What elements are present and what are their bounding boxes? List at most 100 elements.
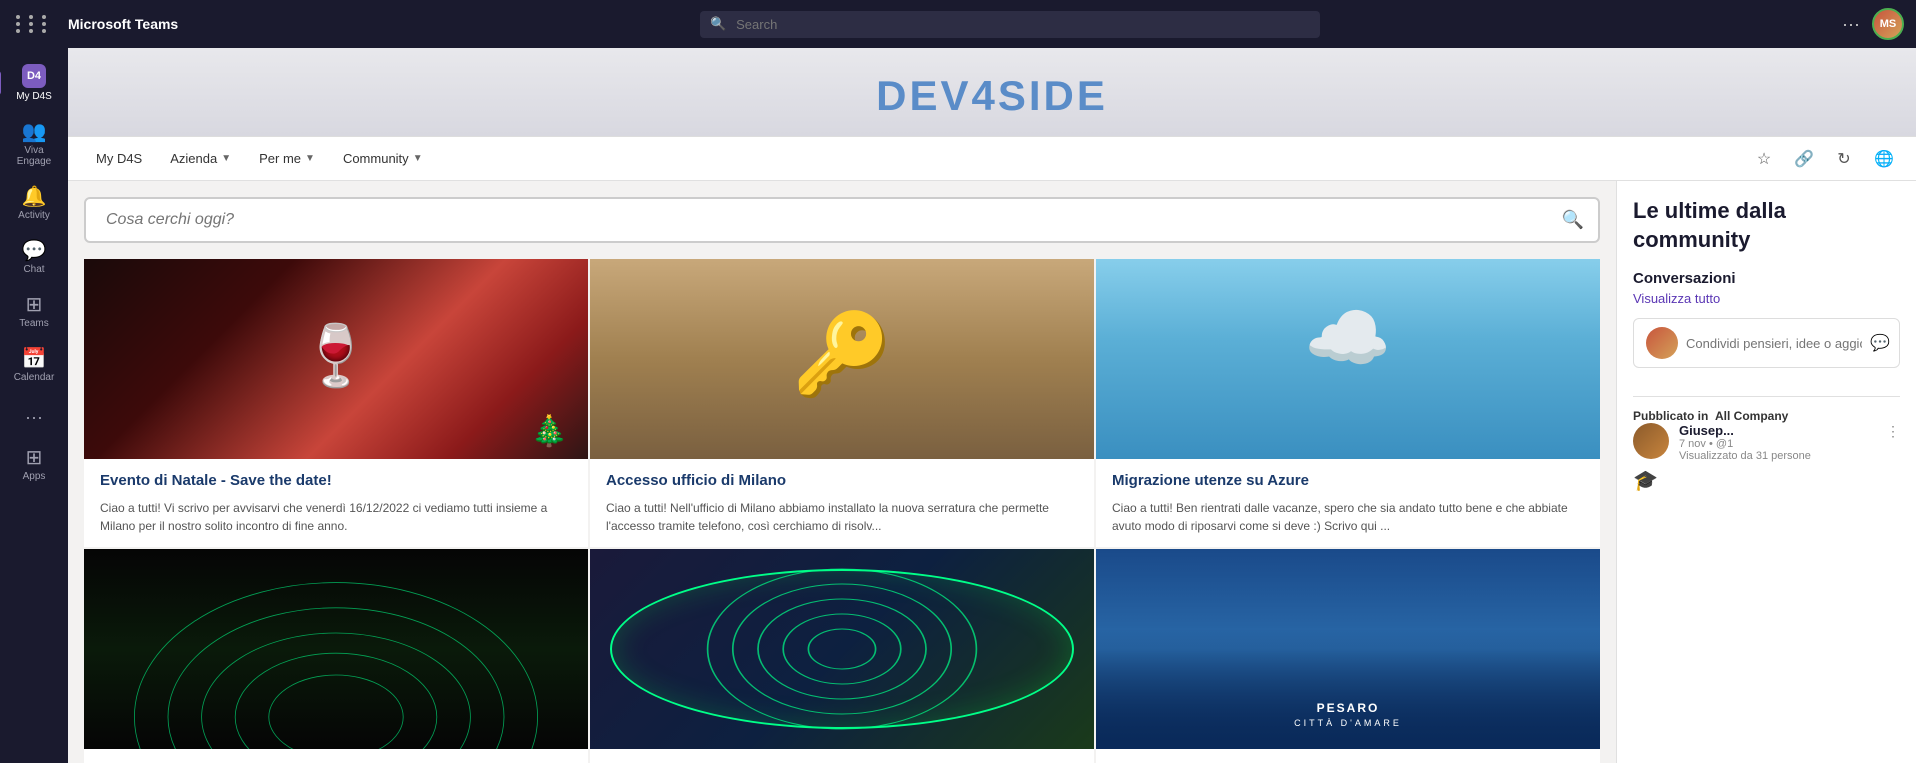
post-avatar	[1633, 423, 1669, 459]
calendar-icon: 📅	[22, 349, 47, 369]
card-migrazione-text: Ciao a tutti! Ben rientrati dalle vacanz…	[1112, 499, 1584, 535]
post-author: Giusep...	[1679, 423, 1876, 438]
panel-title: Le ultime dalla community	[1633, 197, 1900, 254]
azienda-chevron: ▼	[221, 153, 231, 164]
post-header: Giusep... 7 nov • @1 Visualizzato da 31 …	[1633, 423, 1900, 462]
post-time: 7 nov • @1	[1679, 438, 1876, 450]
cards-grid: Evento di Natale - Save the date! Ciao a…	[84, 259, 1600, 763]
sidebar-item-apps[interactable]: ⊞ Apps	[6, 440, 62, 490]
sidebar-label-calendar: Calendar	[14, 372, 55, 383]
feed-search-icon: 🔍	[1562, 210, 1584, 231]
pesaro-overlay-text: PESAROCITTÀ D'AMARE	[1294, 701, 1402, 729]
nav-right: ☆ 🔗 ↻ 🌐	[1748, 143, 1900, 175]
teams-icon: ⊞	[26, 295, 43, 315]
card-natale-title: Evento di Natale - Save the date!	[100, 471, 572, 491]
topbar: Microsoft Teams 🔍 ··· MS	[0, 0, 1916, 48]
card-migrazione[interactable]: Migrazione utenze su Azure Ciao a tutti!…	[1096, 259, 1600, 547]
sidebar-more-dots[interactable]: ···	[17, 399, 51, 436]
topbar-search-input[interactable]	[700, 11, 1320, 38]
app-title: Microsoft Teams	[68, 16, 178, 32]
right-panel: Le ultime dalla community Conversazioni …	[1616, 181, 1916, 763]
card-natale[interactable]: Evento di Natale - Save the date! Ciao a…	[84, 259, 588, 547]
card-accesso-image	[590, 259, 1094, 459]
post-published-meta: Pubblicato in All Company	[1633, 409, 1900, 423]
post-item: Giusep... 7 nov • @1 Visualizzato da 31 …	[1633, 423, 1900, 493]
user-avatar[interactable]: MS	[1872, 8, 1904, 40]
card-pesaro[interactable]: PESAROCITTÀ D'AMARE Gita a Pesaro: ultim…	[1096, 549, 1600, 763]
share-avatar	[1646, 327, 1678, 359]
feed-search-input[interactable]	[84, 197, 1600, 243]
card-vacanze-image	[590, 549, 1094, 749]
post-more-btn[interactable]: ⋮	[1886, 423, 1900, 440]
conversations-label: Conversazioni	[1633, 270, 1900, 287]
nav-item-my-d4s[interactable]: My D4S	[84, 143, 154, 174]
card-migrazione-body: Migrazione utenze su Azure Ciao a tutti!…	[1096, 459, 1600, 547]
more-options-icon[interactable]: ···	[1842, 14, 1860, 35]
published-in-channel: All Company	[1715, 409, 1788, 423]
sidebar-item-activity[interactable]: 🔔 Activity	[6, 179, 62, 229]
refresh-btn[interactable]: ↻	[1828, 143, 1860, 175]
logo-side: SIDE	[998, 72, 1108, 119]
share-input[interactable]	[1686, 336, 1862, 351]
logo-4: 4	[971, 72, 997, 119]
topbar-right: ··· MS	[1842, 8, 1904, 40]
search-icon-top: 🔍	[710, 16, 726, 32]
card-outwave-image	[84, 549, 588, 749]
share-button[interactable]: 💬	[1870, 333, 1890, 353]
sidebar-label-apps: Apps	[23, 471, 46, 482]
sidebar-label-teams: Teams	[19, 318, 48, 329]
sidebar-label-activity: Activity	[18, 210, 50, 221]
card-accesso-title: Accesso ufficio di Milano	[606, 471, 1078, 491]
sidebar-label-my-d4s: My D4S	[16, 91, 52, 102]
main-content: 🔍 Evento di Natale - Save the date! Ciao…	[68, 181, 1916, 763]
logo-dev: DEV	[876, 72, 971, 119]
card-migrazione-image	[1096, 259, 1600, 459]
language-btn[interactable]: 🌐	[1868, 143, 1900, 175]
published-in-label: Pubblicato in	[1633, 409, 1708, 423]
card-natale-body: Evento di Natale - Save the date! Ciao a…	[84, 459, 588, 547]
sidebar-item-viva-engage[interactable]: 👥 Viva Engage	[6, 114, 62, 175]
card-natale-image	[84, 259, 588, 459]
link-btn[interactable]: 🔗	[1788, 143, 1820, 175]
card-vacanze-body: Vacanze Ciao a tutti, vi scrivo per conf…	[590, 749, 1094, 763]
sidebar-item-my-d4s[interactable]: D4 My D4S	[6, 56, 62, 110]
nav-item-per-me[interactable]: Per me ▼	[247, 143, 327, 174]
card-natale-text: Ciao a tutti! Vi scrivo per avvisarvi ch…	[100, 499, 572, 535]
feed-area: 🔍 Evento di Natale - Save the date! Ciao…	[68, 181, 1616, 763]
chat-icon: 💬	[22, 241, 47, 261]
sidebar-label-viva-engage: Viva Engage	[10, 145, 58, 167]
card-pesaro-image: PESAROCITTÀ D'AMARE	[1096, 549, 1600, 749]
post-content: Giusep... 7 nov • @1 Visualizzato da 31 …	[1679, 423, 1876, 462]
card-accesso-text: Ciao a tutti! Nell'ufficio di Milano abb…	[606, 499, 1078, 535]
header-logo: DEV4SIDE	[68, 72, 1916, 120]
header-banner: DEV4SIDE	[68, 48, 1916, 137]
sidebar-item-teams[interactable]: ⊞ Teams	[6, 287, 62, 337]
nav-item-azienda[interactable]: Azienda ▼	[158, 143, 243, 174]
sidebar-item-chat[interactable]: 💬 Chat	[6, 233, 62, 283]
card-outwave[interactable]: Outwave.io - Azione per tutti! Ciao a tu…	[84, 549, 588, 763]
card-accesso-body: Accesso ufficio di Milano Ciao a tutti! …	[590, 459, 1094, 547]
post-hat-icon: 🎓	[1633, 468, 1900, 493]
post-views: Visualizzato da 31 persone	[1679, 450, 1876, 462]
content-area: DEV4SIDE My D4S Azienda ▼ Per me ▼ Commu…	[68, 48, 1916, 763]
feed-search-wrap: 🔍	[84, 197, 1600, 243]
grid-icon[interactable]	[12, 11, 56, 37]
favorite-btn[interactable]: ☆	[1748, 143, 1780, 175]
view-all-link[interactable]: Visualizza tutto	[1633, 291, 1900, 306]
activity-icon: 🔔	[22, 187, 47, 207]
apps-icon: ⊞	[26, 448, 43, 468]
sidebar-item-calendar[interactable]: 📅 Calendar	[6, 341, 62, 391]
main-layout: D4 My D4S 👥 Viva Engage 🔔 Activity 💬 Cha…	[0, 48, 1916, 763]
card-vacanze[interactable]: Vacanze Ciao a tutti, vi scrivo per conf…	[590, 549, 1094, 763]
nav-bar: My D4S Azienda ▼ Per me ▼ Community ▼ ☆ …	[68, 137, 1916, 181]
card-accesso[interactable]: Accesso ufficio di Milano Ciao a tutti! …	[590, 259, 1094, 547]
community-chevron: ▼	[413, 153, 423, 164]
viva-engage-icon: 👥	[22, 122, 47, 142]
my-d4s-icon: D4	[22, 64, 46, 88]
nav-item-community[interactable]: Community ▼	[331, 143, 435, 174]
sidebar-label-chat: Chat	[23, 264, 44, 275]
share-input-wrap: 💬	[1633, 318, 1900, 368]
card-outwave-body: Outwave.io - Azione per tutti! Ciao a tu…	[84, 749, 588, 763]
card-migrazione-title: Migrazione utenze su Azure	[1112, 471, 1584, 491]
per-me-chevron: ▼	[305, 153, 315, 164]
